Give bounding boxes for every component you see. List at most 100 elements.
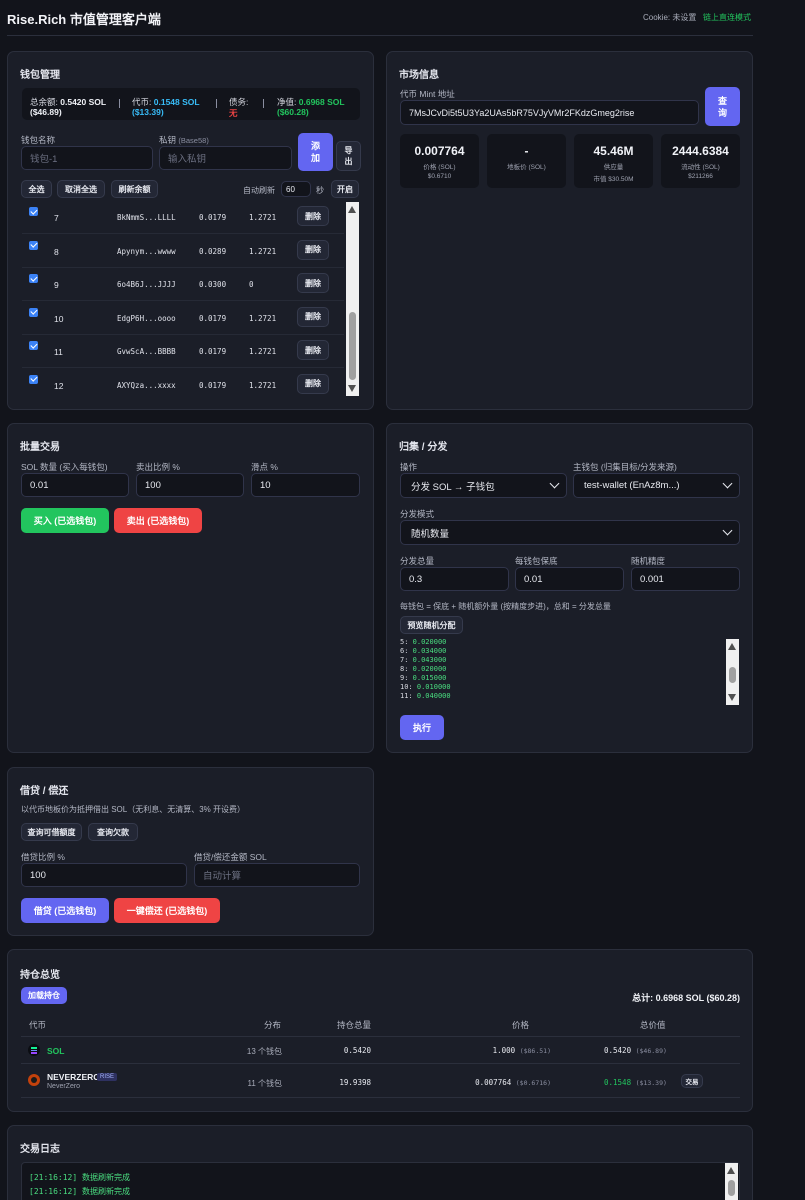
wallet-token-balance: 1.2721	[249, 347, 277, 356]
collect-title: 归集 / 分发	[399, 442, 448, 453]
scroll-thumb[interactable]	[729, 667, 736, 683]
token-price: 1.000 ($86.51)	[492, 1046, 551, 1055]
auto-refresh-label: 自动刷新	[243, 186, 275, 195]
refresh-balance-button[interactable]: 刷新余额	[111, 180, 158, 198]
execute-button[interactable]: 执行	[400, 715, 444, 740]
preview-scrollbar[interactable]	[726, 639, 739, 705]
net-value: 0.6968 SOL	[298, 97, 345, 107]
total-usd: ($46.89)	[30, 107, 62, 117]
load-holdings-button[interactable]: 加载持仓	[21, 987, 67, 1004]
preview-button[interactable]: 预览随机分配	[400, 616, 463, 634]
sell-button[interactable]: 卖出 (已选钱包)	[114, 508, 202, 533]
operation-select[interactable]: 分发 SOL → 子钱包	[400, 473, 567, 498]
cookie-status: Cookie: 未设置	[643, 13, 697, 22]
table-row: 10 EdgP6H...oooo 0.0179 1.2721 删除	[22, 302, 344, 335]
loan-ratio-input[interactable]: 100	[21, 863, 187, 887]
delete-wallet-button[interactable]: 删除	[297, 373, 329, 394]
col-token: 代币	[29, 1020, 47, 1030]
sell-ratio-input[interactable]: 100	[136, 473, 244, 497]
export-button[interactable]: 导出	[336, 141, 361, 171]
wallet-checkbox[interactable]	[29, 274, 38, 283]
preview-line: 7: 0.043000	[400, 656, 447, 664]
distribution-mode-label: 分发模式	[400, 509, 435, 519]
table-row: NEVERZERO RISE NeverZero 11 个钱包 19.9398 …	[21, 1064, 740, 1098]
wallet-checkbox[interactable]	[29, 307, 38, 317]
wallet-index: 12	[54, 380, 64, 391]
scroll-down-icon[interactable]	[728, 694, 736, 701]
query-button[interactable]: 查询	[705, 87, 740, 126]
market-stat-card: 2444.6384 流动性 (SOL) $211266	[661, 134, 740, 188]
buy-button[interactable]: 买入 (已选钱包)	[21, 508, 109, 533]
scroll-up-icon[interactable]	[727, 1167, 735, 1174]
query-limit-button[interactable]: 查询可借额度	[21, 823, 82, 841]
deselect-all-button[interactable]: 取消全选	[57, 180, 105, 198]
stat-label: 供应量	[603, 164, 624, 171]
delete-wallet-button[interactable]: 删除	[297, 340, 329, 360]
auto-refresh-interval[interactable]: 60	[281, 181, 311, 197]
wallet-address: EdgP6H...oooo	[117, 313, 176, 323]
scroll-thumb[interactable]	[349, 312, 356, 380]
chevron-down-icon	[722, 478, 733, 489]
query-debt-button[interactable]: 查询欠款	[88, 823, 138, 841]
wallet-index: 7	[54, 213, 59, 223]
wallet-list-scrollbar[interactable]	[346, 202, 359, 396]
min-per-wallet-input[interactable]: 0.01	[515, 567, 624, 591]
scroll-down-icon[interactable]	[348, 385, 356, 392]
delete-wallet-button[interactable]: 删除	[297, 306, 329, 327]
wallet-address: Apynym...wwww	[117, 246, 176, 256]
sol-token-icon	[28, 1044, 40, 1056]
table-row: 7 BkNmmS...LLLL 0.0179 1.2721 删除	[22, 201, 344, 234]
distribution-mode-select[interactable]: 随机数量	[400, 520, 740, 545]
holdings-title: 持仓总览	[20, 970, 60, 981]
wallet-index: 10	[54, 313, 64, 324]
seconds-label: 秒	[316, 186, 324, 195]
select-all-button[interactable]: 全选	[21, 180, 52, 198]
delete-wallet-button[interactable]: 删除	[297, 273, 329, 293]
preview-output: 5: 0.020000 6: 0.034000 7: 0.043000 8: 0.02…	[398, 637, 723, 705]
token-value: 0.5420 ($46.89)	[604, 1046, 667, 1055]
sol-amount-input[interactable]: 0.01	[21, 473, 129, 497]
wallet-checkbox[interactable]	[29, 207, 38, 216]
wallet-token-balance: 1.2721	[249, 246, 277, 256]
preview-line: 10: 0.010000	[400, 683, 451, 691]
operation-label: 操作	[400, 462, 418, 472]
delete-wallet-button[interactable]: 删除	[297, 239, 329, 260]
trade-button[interactable]: 交易	[681, 1074, 703, 1088]
log-scrollbar[interactable]	[725, 1163, 738, 1200]
token-subname: NeverZero	[47, 1083, 81, 1090]
token-value: 0.1548 ($13.39)	[604, 1078, 667, 1087]
wallet-checkbox[interactable]	[29, 374, 38, 384]
total-amount-input[interactable]: 0.3	[400, 567, 509, 591]
scroll-up-icon[interactable]	[728, 643, 736, 650]
scroll-up-icon[interactable]	[348, 206, 356, 213]
mode-status: 链上直连模式	[703, 13, 751, 22]
token-price: 0.007764 ($0.6716)	[475, 1078, 551, 1087]
table-row: 9 6o4B6J...JJJJ 0.0300 0 删除	[22, 268, 344, 301]
wallet-name-input[interactable]: 钱包-1	[21, 146, 153, 170]
stat-value: 0.007764	[414, 144, 465, 158]
token-amount: 0.5420	[343, 1046, 371, 1055]
slippage-input[interactable]: 10	[251, 473, 360, 497]
add-wallet-button[interactable]: 添加	[298, 133, 333, 171]
stat-value: 45.46M	[593, 144, 634, 158]
auto-refresh-start-button[interactable]: 开启	[331, 180, 359, 198]
wallet-token-balance: 0	[249, 280, 254, 289]
log-title: 交易日志	[20, 1144, 60, 1155]
repay-button[interactable]: 一键偿还 (已选钱包)	[114, 898, 220, 923]
chevron-down-icon	[549, 478, 560, 489]
mint-address-input[interactable]: 7MsJCvDi5t5U3Ya2UAs5bR75VJyVMr2FKdzGmeg2…	[400, 100, 699, 125]
main-wallet-select[interactable]: test-wallet (EnAz8m...)	[573, 473, 740, 498]
wallet-sol-balance: 0.0179	[199, 347, 227, 356]
scroll-thumb[interactable]	[728, 1180, 735, 1196]
private-key-input[interactable]: 输入私钥	[159, 146, 292, 170]
wallet-name-label: 钱包名称	[21, 135, 56, 145]
wallet-checkbox[interactable]	[29, 341, 38, 350]
wallet-sol-balance: 0.0179	[199, 213, 227, 222]
precision-input[interactable]: 0.001	[631, 567, 740, 591]
wallet-checkbox[interactable]	[29, 240, 38, 250]
loan-amount-input[interactable]: 自动计算	[194, 863, 360, 887]
stat-label: 流动性 (SOL)	[681, 164, 720, 171]
delete-wallet-button[interactable]: 删除	[297, 206, 329, 226]
loan-ratio-label: 借贷比例 %	[21, 852, 65, 862]
borrow-button[interactable]: 借贷 (已选钱包)	[21, 898, 109, 923]
